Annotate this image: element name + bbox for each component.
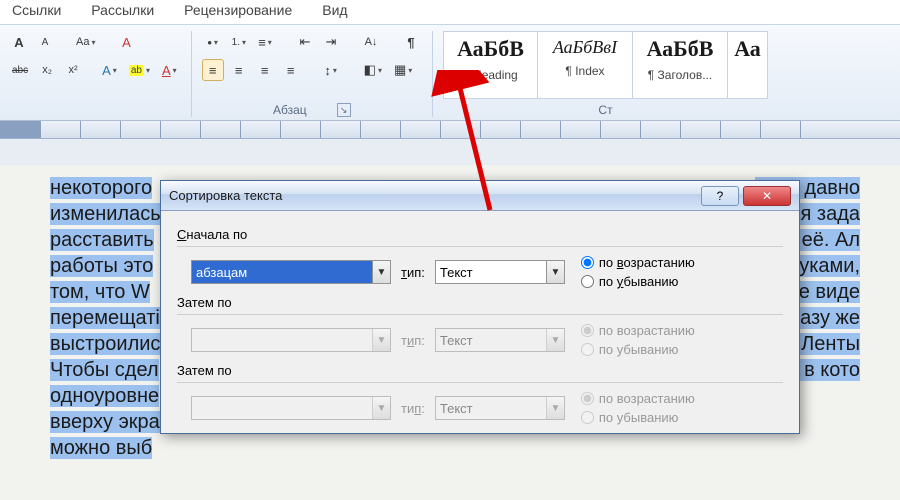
align-left-button[interactable] xyxy=(202,59,224,81)
ribbon-tabs: Ссылки Рассылки Рецензирование Вид xyxy=(0,0,900,24)
chevron-down-icon: ▼ xyxy=(546,329,564,351)
thenby2-type-combo[interactable]: Текст▼ xyxy=(435,396,565,420)
sort3-asc-radio: по возрастанию xyxy=(581,391,695,406)
change-case-button[interactable] xyxy=(72,31,99,53)
group-paragraph-label: Абзац xyxy=(273,103,307,117)
ruler[interactable]: ⌐ xyxy=(0,121,900,139)
tab-review[interactable]: Рецензирование xyxy=(184,2,292,18)
sortby-type-combo[interactable]: Текст▼ xyxy=(435,260,565,284)
style-title[interactable]: АаБбВ ¶ Заголов... xyxy=(633,31,728,99)
strikethrough-button[interactable] xyxy=(8,59,32,81)
grow-font-button[interactable] xyxy=(8,31,30,53)
thenby1-label: Затем по xyxy=(177,295,783,310)
align-right-button[interactable] xyxy=(254,59,276,81)
justify-button[interactable] xyxy=(280,59,302,81)
styles-gallery[interactable]: АаБбВ ¶ Heading АаБбВвІ ¶ Index АаБбВ ¶ … xyxy=(443,31,768,99)
chevron-down-icon: ▼ xyxy=(372,329,390,351)
thenby2-field-combo[interactable]: ▼ xyxy=(191,396,391,420)
style-more[interactable]: Аа xyxy=(728,31,768,99)
sort1-desc-radio[interactable]: по убыванию xyxy=(581,274,695,289)
group-paragraph: Абзац ↘ xyxy=(202,31,433,117)
multilevel-list-button[interactable] xyxy=(254,31,276,53)
paragraph-dialog-launcher[interactable]: ↘ xyxy=(337,103,351,117)
decrease-indent-button[interactable] xyxy=(294,31,316,53)
sort3-desc-radio: по убыванию xyxy=(581,410,695,425)
ribbon: Абзац ↘ АаБбВ ¶ Heading АаБбВвІ ¶ Index … xyxy=(0,24,900,121)
shading-button[interactable] xyxy=(360,59,386,81)
sort-button[interactable] xyxy=(360,31,382,53)
sort2-asc-radio: по возрастанию xyxy=(581,323,695,338)
sort1-asc-radio[interactable]: по возрастанию xyxy=(581,255,695,270)
type-label-1: тип: xyxy=(401,265,425,280)
group-font xyxy=(8,31,192,117)
bullets-button[interactable] xyxy=(202,31,224,53)
tab-view[interactable]: Вид xyxy=(322,2,347,18)
style-heading[interactable]: АаБбВ ¶ Heading xyxy=(443,31,538,99)
group-styles-label: Ст xyxy=(598,103,612,117)
group-styles: АаБбВ ¶ Heading АаБбВвІ ¶ Index АаБбВ ¶ … xyxy=(443,31,778,117)
text-effects-button[interactable] xyxy=(98,59,121,81)
show-paragraph-marks-button[interactable] xyxy=(400,31,422,53)
subscript-button[interactable] xyxy=(36,59,58,81)
dialog-help-button[interactable]: ? xyxy=(701,186,739,206)
sortby-label: Сначала по xyxy=(177,227,783,242)
chevron-down-icon: ▼ xyxy=(546,397,564,419)
highlight-button[interactable] xyxy=(125,59,154,81)
dialog-titlebar[interactable]: Сортировка текста ? ✕ xyxy=(161,181,799,211)
thenby1-type-combo[interactable]: Текст▼ xyxy=(435,328,565,352)
type-label-2: тип: xyxy=(401,333,425,348)
increase-indent-button[interactable] xyxy=(320,31,342,53)
doc-text-left: некоторого изменилась расставить работы … xyxy=(50,175,161,461)
style-index[interactable]: АаБбВвІ ¶ Index xyxy=(538,31,633,99)
dialog-close-button[interactable]: ✕ xyxy=(743,186,791,206)
sort2-desc-radio: по убыванию xyxy=(581,342,695,357)
tab-links[interactable]: Ссылки xyxy=(12,2,61,18)
numbering-button[interactable] xyxy=(228,31,250,53)
chevron-down-icon: ▼ xyxy=(372,397,390,419)
clear-formatting-button[interactable] xyxy=(115,31,137,53)
thenby1-field-combo[interactable]: ▼ xyxy=(191,328,391,352)
chevron-down-icon: ▼ xyxy=(546,261,564,283)
line-spacing-button[interactable] xyxy=(320,59,342,81)
sort-text-dialog: Сортировка текста ? ✕ Сначала по абзацам… xyxy=(160,180,800,434)
type-label-3: тип: xyxy=(401,401,425,416)
thenby2-label: Затем по xyxy=(177,363,783,378)
tab-mailings[interactable]: Рассылки xyxy=(91,2,154,18)
chevron-down-icon: ▼ xyxy=(372,261,390,283)
align-center-button[interactable] xyxy=(228,59,250,81)
font-color-button[interactable] xyxy=(158,59,181,81)
shrink-font-button[interactable] xyxy=(34,31,56,53)
sortby-field-combo[interactable]: абзацам▼ xyxy=(191,260,391,284)
superscript-button[interactable] xyxy=(62,59,84,81)
borders-button[interactable] xyxy=(390,59,416,81)
dialog-title: Сортировка текста xyxy=(169,188,282,203)
